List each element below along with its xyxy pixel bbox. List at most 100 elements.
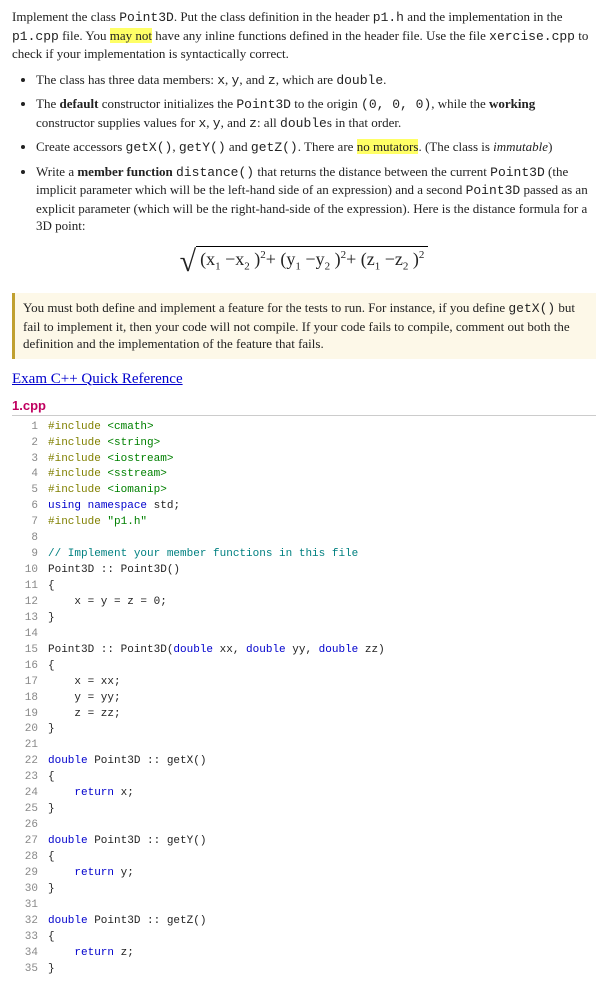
line-number: 12 [12, 595, 48, 611]
code-line: 9// Implement your member functions in t… [12, 547, 596, 563]
code-line: 10Point3D :: Point3D() [12, 563, 596, 579]
distance-formula: √ (x1 −x2 )2+ (y1 −y2 )2+ (z1 −z2 )2 [12, 245, 596, 279]
code-text: { [48, 850, 55, 866]
line-number: 14 [12, 627, 48, 643]
code-text: } [48, 722, 55, 738]
line-number: 2 [12, 436, 48, 452]
line-number: 1 [12, 420, 48, 436]
code-text: #include "p1.h" [48, 515, 147, 531]
bullet-constructors: The default constructor initializes the … [36, 95, 596, 132]
line-number: 22 [12, 754, 48, 770]
reference-link-row: Exam C++ Quick Reference [12, 371, 596, 388]
code-text: { [48, 579, 55, 595]
code-text: { [48, 659, 55, 675]
code-line: 19 z = zz; [12, 707, 596, 723]
highlight-may-not: may not [110, 28, 152, 43]
code-line: 25} [12, 802, 596, 818]
txt: file. You [59, 28, 110, 43]
code-text: x = xx; [48, 675, 121, 691]
bullet-accessors: Create accessors getX(), getY() and getZ… [36, 138, 596, 157]
code-line: 18 y = yy; [12, 691, 596, 707]
line-number: 17 [12, 675, 48, 691]
radicand: (x1 −x2 )2+ (y1 −y2 )2+ (z1 −z2 )2 [196, 246, 428, 273]
line-number: 6 [12, 499, 48, 515]
code-line: 11{ [12, 579, 596, 595]
code-line: 35} [12, 962, 596, 978]
code-text: #include <iomanip> [48, 483, 167, 499]
txt: . Put the class definition in the header [174, 9, 373, 24]
code-line: 20} [12, 722, 596, 738]
line-number: 26 [12, 818, 48, 834]
code-line: 34 return z; [12, 946, 596, 962]
line-number: 31 [12, 898, 48, 914]
line-number: 35 [12, 962, 48, 978]
code-line: 15Point3D :: Point3D(double xx, double y… [12, 643, 596, 659]
code-line: 28{ [12, 850, 596, 866]
code-line: 12 x = y = z = 0; [12, 595, 596, 611]
line-number: 11 [12, 579, 48, 595]
code-line: 33{ [12, 930, 596, 946]
bullet-distance: Write a member function distance() that … [36, 163, 596, 235]
code-text: y = yy; [48, 691, 121, 707]
line-number: 13 [12, 611, 48, 627]
code-text: } [48, 802, 55, 818]
code-line: 7#include "p1.h" [12, 515, 596, 531]
line-number: 9 [12, 547, 48, 563]
line-number: 25 [12, 802, 48, 818]
code-text: z = zz; [48, 707, 121, 723]
code-text: double Point3D :: getZ() [48, 914, 206, 930]
line-number: 30 [12, 882, 48, 898]
code-text: } [48, 882, 55, 898]
line-number: 34 [12, 946, 48, 962]
code-line: 27double Point3D :: getY() [12, 834, 596, 850]
bullet-data-members: The class has three data members: x, y, … [36, 71, 596, 90]
code-line: 31 [12, 898, 596, 914]
src-file: p1.cpp [12, 29, 59, 44]
code-text: return z; [48, 946, 134, 962]
highlight-no-mutators: no mutators [357, 139, 419, 154]
sqrt-icon: √ [180, 245, 196, 278]
warning-note: You must both define and implement a fea… [12, 293, 596, 359]
code-text: Point3D :: Point3D() [48, 563, 180, 579]
code-text: x = y = z = 0; [48, 595, 167, 611]
code-line: 3#include <iostream> [12, 452, 596, 468]
code-line: 17 x = xx; [12, 675, 596, 691]
code-text: Point3D :: Point3D(double xx, double yy,… [48, 643, 385, 659]
code-text: #include <sstream> [48, 467, 167, 483]
code-line: 24 return x; [12, 786, 596, 802]
code-text: double Point3D :: getY() [48, 834, 206, 850]
line-number: 7 [12, 515, 48, 531]
code-filename: 1.cpp [12, 398, 596, 413]
code-line: 2#include <string> [12, 436, 596, 452]
line-number: 23 [12, 770, 48, 786]
line-number: 15 [12, 643, 48, 659]
code-text: // Implement your member functions in th… [48, 547, 358, 563]
line-number: 29 [12, 866, 48, 882]
line-number: 8 [12, 531, 48, 547]
code-text: return x; [48, 786, 134, 802]
code-line: 22double Point3D :: getX() [12, 754, 596, 770]
code-line: 30} [12, 882, 596, 898]
quick-reference-link[interactable]: Exam C++ Quick Reference [12, 371, 183, 387]
line-number: 27 [12, 834, 48, 850]
code-text: } [48, 611, 55, 627]
header-file: p1.h [373, 10, 404, 25]
txt: have any inline functions defined in the… [152, 28, 489, 43]
code-text: } [48, 962, 55, 978]
line-number: 3 [12, 452, 48, 468]
line-number: 32 [12, 914, 48, 930]
code-text: double Point3D :: getX() [48, 754, 206, 770]
line-number: 24 [12, 786, 48, 802]
intro-paragraph: Implement the class Point3D. Put the cla… [12, 8, 596, 63]
code-line: 23{ [12, 770, 596, 786]
line-number: 33 [12, 930, 48, 946]
line-number: 20 [12, 722, 48, 738]
code-line: 16{ [12, 659, 596, 675]
code-line: 26 [12, 818, 596, 834]
code-text: #include <iostream> [48, 452, 173, 468]
line-number: 5 [12, 483, 48, 499]
txt: and the implementation in the [404, 9, 563, 24]
line-number: 18 [12, 691, 48, 707]
line-number: 28 [12, 850, 48, 866]
code-text: { [48, 770, 55, 786]
